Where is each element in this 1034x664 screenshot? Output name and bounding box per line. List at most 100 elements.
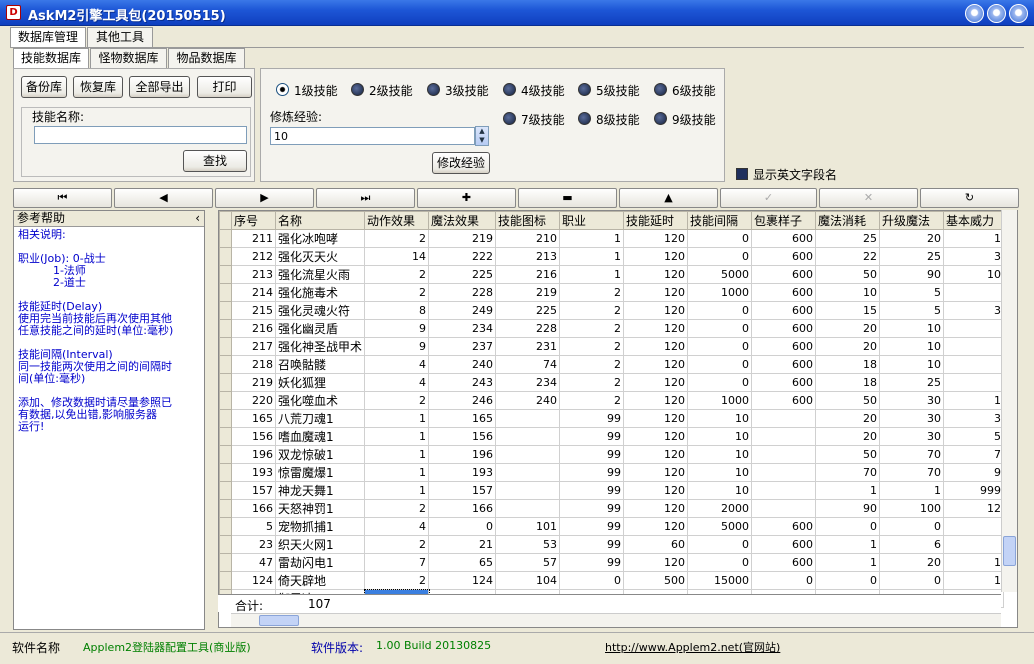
table-cell[interactable]: 3: [943, 247, 1005, 266]
column-header[interactable]: 名称: [274, 211, 366, 230]
training-exp-input[interactable]: 10: [270, 127, 475, 145]
hscroll-thumb[interactable]: [259, 615, 299, 626]
table-cell[interactable]: 600: [751, 535, 817, 554]
table-cell[interactable]: 3: [943, 409, 1005, 428]
table-cell[interactable]: [943, 355, 1005, 374]
radio-level-8[interactable]: [578, 112, 591, 125]
table-cell[interactable]: 1: [943, 391, 1005, 410]
table-cell[interactable]: 6: [879, 535, 945, 554]
table-cell[interactable]: 30: [879, 427, 945, 446]
table-cell[interactable]: 212: [231, 247, 276, 266]
nav-first-button[interactable]: ⏮: [13, 188, 112, 208]
table-cell[interactable]: [943, 373, 1005, 392]
table-cell[interactable]: 218: [231, 355, 276, 374]
table-cell[interactable]: [751, 463, 817, 482]
row-indicator[interactable]: [219, 445, 232, 464]
table-cell[interactable]: 2: [559, 319, 625, 338]
table-cell[interactable]: 2: [364, 391, 430, 410]
row-indicator[interactable]: [219, 499, 232, 518]
table-cell[interactable]: 53: [495, 535, 561, 554]
table-cell[interactable]: 0: [687, 337, 753, 356]
table-cell[interactable]: 强化冰咆哮: [274, 229, 366, 248]
table-cell[interactable]: 219: [231, 373, 276, 392]
table-cell[interactable]: [751, 409, 817, 428]
table-cell[interactable]: 225: [495, 301, 561, 320]
table-cell[interactable]: 神龙天舞1: [274, 481, 366, 500]
table-row[interactable]: 211 强化冰咆哮 2 219 210 1 120 0 600 25 20 1: [219, 229, 1005, 248]
table-cell[interactable]: 1000: [687, 283, 753, 302]
table-cell[interactable]: 240: [428, 355, 497, 374]
table-cell[interactable]: 八荒刀魂1: [274, 409, 366, 428]
tab-database-management[interactable]: 数据库管理: [10, 27, 86, 48]
tab-monster-db[interactable]: 怪物数据库: [90, 48, 167, 68]
table-cell[interactable]: 99: [559, 427, 625, 446]
table-cell[interactable]: 50: [815, 391, 881, 410]
table-cell[interactable]: 228: [428, 283, 497, 302]
table-cell[interactable]: 237: [428, 337, 497, 356]
table-cell[interactable]: 0: [687, 355, 753, 374]
table-cell[interactable]: 213: [231, 265, 276, 284]
table-cell[interactable]: 2: [559, 337, 625, 356]
table-cell[interactable]: 4: [364, 373, 430, 392]
table-cell[interactable]: [751, 481, 817, 500]
table-cell[interactable]: 1: [364, 445, 430, 464]
spin-down-icon[interactable]: ▼: [476, 136, 488, 145]
table-cell[interactable]: [943, 319, 1005, 338]
spin-up-icon[interactable]: ▲: [476, 127, 488, 136]
table-cell[interactable]: 1: [364, 463, 430, 482]
radio-level-4[interactable]: [503, 83, 516, 96]
nav-cancel-button[interactable]: ✕: [819, 188, 918, 208]
table-cell[interactable]: 47: [231, 553, 276, 572]
table-cell[interactable]: 2: [364, 229, 430, 248]
column-header[interactable]: 包裹样子: [751, 211, 817, 230]
table-cell[interactable]: 惊雷魔爆1: [274, 463, 366, 482]
table-cell[interactable]: 193: [428, 463, 497, 482]
skill-data-grid[interactable]: 序号 名称 动作效果 魔法效果 技能图标 职业 技能延时 技能间隔 包裹样子 魔法消耗 升级魔法 基本…: [218, 210, 1018, 628]
table-cell[interactable]: 0: [815, 517, 881, 536]
table-cell[interactable]: 5000: [687, 517, 753, 536]
table-cell[interactable]: [751, 445, 817, 464]
table-cell[interactable]: 妖化狐狸: [274, 373, 366, 392]
row-indicator[interactable]: [219, 517, 232, 536]
table-cell[interactable]: 9: [943, 463, 1005, 482]
table-cell[interactable]: 12: [943, 499, 1005, 518]
row-indicator[interactable]: [219, 553, 232, 572]
table-cell[interactable]: 10: [687, 463, 753, 482]
table-row[interactable]: 216 强化幽灵盾 9 234 228 2 120 0 600 20 10: [219, 319, 1005, 338]
row-indicator[interactable]: [219, 535, 232, 554]
nav-add-button[interactable]: ✚: [417, 188, 516, 208]
nav-next-button[interactable]: ▶: [215, 188, 314, 208]
table-cell[interactable]: 2: [364, 571, 430, 590]
table-cell[interactable]: 25: [815, 229, 881, 248]
table-cell[interactable]: 20: [815, 319, 881, 338]
table-cell[interactable]: 2: [559, 301, 625, 320]
table-cell[interactable]: 1: [364, 409, 430, 428]
table-row[interactable]: 5 宠物抓捕1 4 0 101 99 120 5000 600 0 0: [219, 517, 1005, 536]
table-cell[interactable]: 120: [623, 499, 689, 518]
table-cell[interactable]: 90: [815, 499, 881, 518]
row-indicator[interactable]: [219, 409, 232, 428]
row-indicator[interactable]: [219, 247, 232, 266]
table-cell[interactable]: 织天火网1: [274, 535, 366, 554]
table-cell[interactable]: 强化灵魂火符: [274, 301, 366, 320]
table-cell[interactable]: 7: [943, 445, 1005, 464]
query-button[interactable]: 查找: [183, 150, 247, 172]
table-cell[interactable]: 100: [879, 499, 945, 518]
table-cell[interactable]: 165: [428, 409, 497, 428]
table-cell[interactable]: 22: [815, 247, 881, 266]
table-cell[interactable]: 10: [879, 337, 945, 356]
table-cell[interactable]: 120: [623, 427, 689, 446]
table-cell[interactable]: 18: [815, 355, 881, 374]
restore-button[interactable]: 恢复库: [73, 76, 123, 98]
table-cell[interactable]: 166: [231, 499, 276, 518]
table-cell[interactable]: 强化灭天火: [274, 247, 366, 266]
table-cell[interactable]: 99: [559, 445, 625, 464]
table-cell[interactable]: 0: [687, 553, 753, 572]
table-cell[interactable]: 5: [943, 427, 1005, 446]
table-cell[interactable]: 228: [495, 319, 561, 338]
table-cell[interactable]: 强化施毒术: [274, 283, 366, 302]
table-cell[interactable]: 1: [559, 247, 625, 266]
table-cell[interactable]: 600: [751, 229, 817, 248]
table-cell[interactable]: 倚天辟地: [274, 571, 366, 590]
table-cell[interactable]: 120: [623, 481, 689, 500]
